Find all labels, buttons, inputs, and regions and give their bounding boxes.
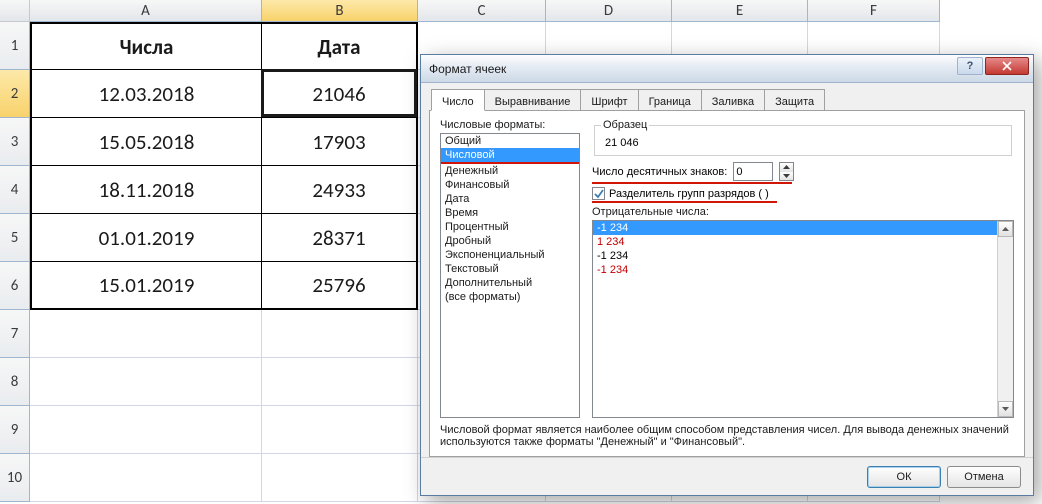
cell-B1[interactable]: Дата [262, 22, 418, 70]
scroll-down-icon[interactable] [998, 401, 1013, 417]
negative-item[interactable]: 1 234 [593, 235, 1013, 249]
negative-item[interactable]: -1 234 [593, 221, 1013, 235]
cell-B3[interactable]: 17903 [262, 118, 418, 166]
cell-B5[interactable]: 28371 [262, 214, 418, 262]
ok-button[interactable]: ОК [867, 466, 941, 488]
sample-label: Образец [601, 119, 649, 131]
cell-B8[interactable] [262, 358, 418, 406]
negative-item[interactable]: -1 234 [593, 249, 1013, 263]
cell-A4[interactable]: 18.11.2018 [30, 166, 262, 214]
spinner-up-icon[interactable] [780, 163, 793, 172]
col-header-A[interactable]: A [30, 0, 262, 22]
sample-value: 21 046 [601, 133, 1005, 149]
cell-A6[interactable]: 15.01.2019 [30, 262, 262, 310]
scroll-up-icon[interactable] [998, 221, 1013, 237]
category-item[interactable]: Дата [441, 192, 579, 206]
category-item[interactable]: Общий [441, 134, 579, 148]
category-item[interactable]: (все форматы) [441, 290, 579, 304]
tab-panel-number: Числовые форматы: ОбщийЧисловойДенежныйФ… [429, 111, 1025, 457]
category-item[interactable]: Числовой [441, 148, 579, 164]
decimal-spinner[interactable] [779, 162, 794, 181]
spinner-down-icon[interactable] [780, 172, 793, 181]
cell-A9[interactable] [30, 406, 262, 454]
col-header-D[interactable]: D [546, 0, 672, 22]
row-header-3[interactable]: 3 [0, 118, 30, 166]
cell-B7[interactable] [262, 310, 418, 358]
scrollbar[interactable] [997, 221, 1013, 417]
tab-0[interactable]: Число [431, 89, 485, 111]
negative-numbers-list[interactable]: -1 2341 234-1 234-1 234 [592, 220, 1014, 418]
cell-A8[interactable] [30, 358, 262, 406]
category-item[interactable]: Процентный [441, 220, 579, 234]
negative-item[interactable]: -1 234 [593, 263, 1013, 277]
tab-3[interactable]: Граница [638, 89, 702, 110]
tab-2[interactable]: Шрифт [580, 89, 638, 110]
row-header-8[interactable]: 8 [0, 358, 30, 406]
row-header-7[interactable]: 7 [0, 310, 30, 358]
categories-list[interactable]: ОбщийЧисловойДенежныйФинансовыйДатаВремя… [440, 133, 580, 418]
col-header-B[interactable]: B [262, 0, 418, 22]
cell-A5[interactable]: 01.01.2019 [30, 214, 262, 262]
cell-B2[interactable]: 21046 [262, 70, 418, 118]
cell-A2[interactable]: 12.03.2018 [30, 70, 262, 118]
cell-A1[interactable]: Числа [30, 22, 262, 70]
format-cells-dialog: Формат ячеек ? ЧислоВыравниваниеШрифтГра… [420, 54, 1034, 496]
col-header-E[interactable]: E [672, 0, 808, 22]
cell-A7[interactable] [30, 310, 262, 358]
category-item[interactable]: Денежный [441, 164, 579, 178]
cell-A3[interactable]: 15.05.2018 [30, 118, 262, 166]
tab-1[interactable]: Выравнивание [484, 89, 582, 110]
close-button[interactable] [985, 57, 1029, 75]
dialog-title: Формат ячеек [429, 62, 506, 76]
categories-label: Числовые форматы: [440, 119, 580, 131]
col-header-C[interactable]: C [418, 0, 546, 22]
row-header-6[interactable]: 6 [0, 262, 30, 310]
category-item[interactable]: Дополнительный [441, 276, 579, 290]
sample-box: Образец 21 046 [594, 119, 1012, 156]
category-item[interactable]: Экспоненциальный [441, 248, 579, 262]
row-header-4[interactable]: 4 [0, 166, 30, 214]
cell-B6[interactable]: 25796 [262, 262, 418, 310]
category-item[interactable]: Время [441, 206, 579, 220]
format-description: Числовой формат является наиболее общим … [440, 418, 1014, 448]
negative-numbers-label: Отрицательные числа: [592, 206, 1014, 218]
thousands-separator-label: Разделитель групп разрядов ( ) [609, 188, 769, 200]
cell-B4[interactable]: 24933 [262, 166, 418, 214]
row-header-10[interactable]: 10 [0, 454, 30, 502]
thousands-separator-checkbox[interactable] [592, 187, 605, 200]
tab-4[interactable]: Заливка [701, 89, 765, 110]
decimal-places-input[interactable] [733, 162, 773, 181]
col-header-F[interactable]: F [808, 0, 940, 22]
row-header-1[interactable]: 1 [0, 22, 30, 70]
help-button[interactable]: ? [957, 57, 983, 75]
decimal-label: Число десятичных знаков: [592, 166, 727, 178]
cell-B9[interactable] [262, 406, 418, 454]
cancel-button[interactable]: Отмена [947, 466, 1021, 488]
dialog-titlebar[interactable]: Формат ячеек ? [421, 55, 1033, 83]
cell-B10[interactable] [262, 454, 418, 502]
category-item[interactable]: Финансовый [441, 178, 579, 192]
category-item[interactable]: Текстовый [441, 262, 579, 276]
dialog-tabs: ЧислоВыравниваниеШрифтГраницаЗаливкаЗащи… [429, 89, 1025, 111]
row-header-5[interactable]: 5 [0, 214, 30, 262]
select-all-corner[interactable] [0, 0, 30, 22]
tab-5[interactable]: Защита [764, 89, 825, 110]
row-header-2[interactable]: 2 [0, 70, 30, 118]
cell-A10[interactable] [30, 454, 262, 502]
category-item[interactable]: Дробный [441, 234, 579, 248]
row-header-9[interactable]: 9 [0, 406, 30, 454]
